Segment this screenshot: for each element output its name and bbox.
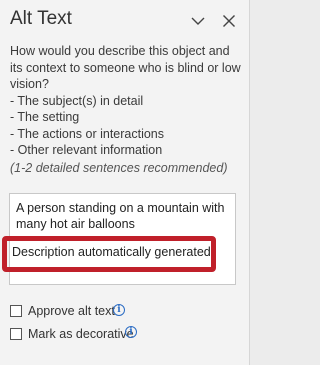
collapse-button[interactable]: [189, 12, 207, 30]
alt-text-pane: Alt Text How would you describe this obj…: [0, 0, 250, 365]
pane-header: Alt Text: [0, 0, 250, 42]
chevron-down-icon: [191, 17, 205, 25]
recommendation-text: (1-2 detailed sentences recommended): [10, 161, 228, 175]
mark-as-decorative-option[interactable]: Mark as decorative: [10, 327, 140, 343]
instructions-item: - The subject(s) in detail: [10, 93, 144, 108]
approve-alt-text-label: Approve alt text: [28, 304, 115, 318]
instructions-item: - Other relevant information: [10, 143, 163, 157]
mark-as-decorative-label: Mark as decorative: [28, 327, 134, 341]
alt-text-description: A person standing on a mountain with man…: [16, 201, 225, 231]
close-button[interactable]: [220, 12, 238, 30]
instructions: How would you describe this object and i…: [10, 43, 242, 159]
info-icon[interactable]: i: [113, 304, 125, 316]
instructions-item: - The setting: [10, 110, 80, 124]
pane-title: Alt Text: [10, 8, 72, 29]
instructions-question: How would you describe this object and i…: [10, 44, 241, 91]
mark-as-decorative-checkbox[interactable]: [10, 328, 22, 340]
approve-alt-text-checkbox[interactable]: [10, 305, 22, 317]
generated-note: Description automatically generated: [12, 245, 211, 259]
alt-text-input[interactable]: A person standing on a mountain with man…: [9, 193, 236, 285]
instructions-item: - The actions or interactions: [10, 126, 165, 141]
info-icon[interactable]: i: [125, 326, 137, 338]
close-icon: [223, 15, 235, 27]
